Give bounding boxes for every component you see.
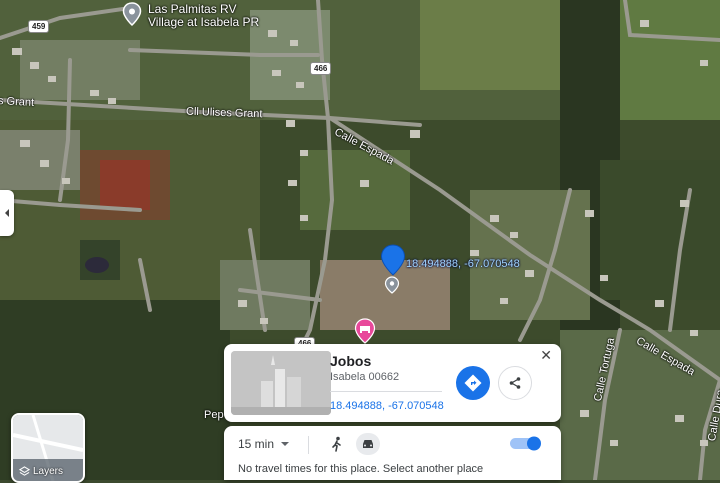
travel-time-selector[interactable]: 15 min (238, 437, 290, 451)
collapse-side-panel-button[interactable] (0, 190, 14, 236)
poi-name-line2: Village at Isabela PR (148, 15, 260, 29)
map-pin-icon (380, 244, 406, 276)
travel-message: No travel times for this place. Select a… (238, 463, 484, 475)
road-label-grant-left: s Grant (0, 95, 35, 109)
layers-label-group: Layers (19, 466, 63, 477)
travel-toggle[interactable] (508, 434, 548, 452)
directions-button[interactable] (456, 366, 490, 400)
share-button[interactable] (498, 366, 532, 400)
travel-times-panel: 15 min No travel times for this place. S… (224, 426, 561, 480)
hotel-pin-icon (354, 318, 376, 344)
travel-divider (308, 436, 309, 454)
travel-time-value: 15 min (238, 437, 275, 451)
place-coordinates[interactable]: 18.494888, -67.070548 (330, 400, 444, 412)
directions-icon (464, 374, 482, 392)
place-title: Jobos (330, 353, 372, 369)
card-divider (330, 391, 442, 392)
location-pin-icon (122, 2, 142, 26)
route-459-shield: 459 (28, 20, 50, 33)
street-view-thumbnail (231, 351, 331, 415)
car-icon (363, 440, 373, 448)
share-icon (509, 377, 521, 389)
place-card[interactable]: Jobos Isabela 00662 18.494888, -67.07054… (224, 344, 561, 422)
close-button[interactable]: ✕ (540, 347, 552, 364)
poi-label[interactable]: Las Palmitas RV Village at Isabela PR (148, 3, 259, 29)
walking-mode-button[interactable] (330, 436, 344, 452)
walking-icon (332, 436, 341, 452)
place-photo[interactable] (231, 351, 331, 415)
chevron-left-icon (5, 209, 9, 217)
pin-coordinates-label: 18.494888, -67.070548 (406, 258, 520, 270)
layers-button[interactable]: Layers (11, 413, 85, 483)
driving-mode-button[interactable] (356, 433, 380, 455)
caret-down-icon (281, 442, 290, 446)
route-466-shield-top: 466 (310, 62, 332, 75)
road-label-pep: Pep (204, 409, 224, 421)
layers-icon (19, 466, 30, 476)
place-address: Isabela 00662 (330, 371, 400, 383)
layers-label: Layers (33, 466, 64, 477)
location-dot-icon (384, 276, 400, 294)
toggle-switch-icon (510, 436, 541, 451)
